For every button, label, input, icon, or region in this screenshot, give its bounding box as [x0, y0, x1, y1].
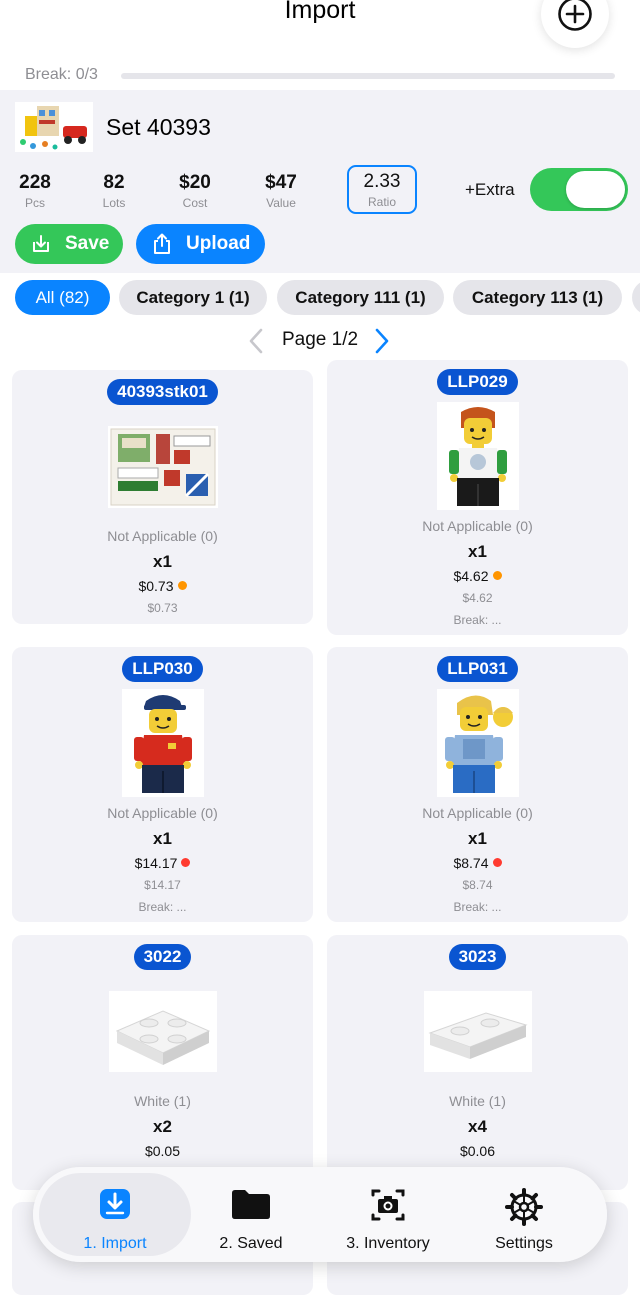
item-card[interactable]: LLP030 Not Applicable (0) x1 $14.17 $14.…	[12, 647, 313, 922]
camera-icon	[371, 1189, 405, 1221]
tab-bar: 1. Import 2. Saved 3. Inventory Settings	[33, 1167, 607, 1262]
item-quantity: x1	[468, 542, 487, 561]
share-icon	[154, 233, 170, 254]
item-id-badge: 40393stk01	[107, 379, 218, 405]
save-icon	[33, 235, 49, 252]
break-status: Break: 0/3	[25, 66, 98, 83]
set-name: Set 40393	[106, 114, 211, 140]
item-quantity: x1	[153, 552, 172, 571]
item-image	[436, 689, 519, 797]
item-image	[121, 689, 204, 797]
item-sub-price: $14.17	[144, 878, 181, 892]
item-condition: Not Applicable (0)	[107, 528, 218, 544]
chevron-right-icon[interactable]	[372, 327, 392, 355]
category-filter-bar: All (82) Category 1 (1) Category 111 (1)…	[0, 273, 640, 323]
filter-chip-category-111[interactable]: Category 111 (1)	[277, 280, 444, 315]
tab-settings[interactable]: Settings	[457, 1173, 591, 1256]
price-status-dot	[177, 581, 187, 590]
tab-inventory[interactable]: 3. Inventory	[321, 1173, 455, 1256]
item-card[interactable]: LLP031 Not Applicable (0) x1 $8.74 $8.74…	[327, 647, 628, 922]
stat-cost: $20 Cost	[179, 172, 211, 210]
item-condition: White (1)	[134, 1093, 191, 1109]
item-image	[108, 991, 217, 1072]
gear-icon	[505, 1188, 543, 1226]
price-status-dot	[492, 858, 502, 867]
extra-label: +Extra	[465, 180, 515, 199]
item-id-badge: LLP030	[122, 656, 203, 682]
filter-chip-category-113[interactable]: Category 113 (1)	[453, 280, 622, 315]
item-price: $0.05	[144, 1143, 181, 1159]
extra-toggle[interactable]	[530, 168, 628, 211]
chevron-left-icon[interactable]	[246, 327, 266, 355]
tab-import[interactable]: 1. Import	[39, 1173, 191, 1256]
item-id-badge: LLP029	[437, 369, 518, 395]
item-id-badge: 3023	[448, 944, 507, 970]
item-id-badge: 3022	[133, 944, 192, 970]
item-card[interactable]: 3022 White (1) x2 $0.05	[12, 935, 313, 1190]
item-card[interactable]: 3023 White (1) x4 $0.06	[327, 935, 628, 1190]
item-condition: White (1)	[449, 1093, 506, 1109]
header: Import Break: 0/3	[0, 0, 640, 90]
item-sub-price: $8.74	[462, 878, 493, 892]
item-card[interactable]: 40393stk01 Not Applicable (0) x1 $0.73 $…	[12, 370, 313, 624]
save-button[interactable]: Save	[15, 224, 123, 264]
item-sub-price: $0.73	[147, 601, 178, 615]
item-price: $0.73	[12, 578, 313, 594]
price-status-dot	[181, 858, 191, 867]
item-quantity: x1	[153, 829, 172, 848]
item-quantity: x2	[153, 1117, 172, 1136]
item-condition: Not Applicable (0)	[422, 518, 533, 534]
item-id-badge: LLP031	[437, 656, 518, 682]
item-sub-price: $4.62	[462, 591, 493, 605]
item-quantity: x4	[468, 1117, 487, 1136]
stat-value: $47 Value	[265, 172, 297, 210]
filter-chip-all[interactable]: All (82)	[15, 280, 110, 315]
item-image	[423, 991, 532, 1072]
plus-circle-icon	[558, 0, 592, 31]
item-price: $0.06	[459, 1143, 496, 1159]
set-summary: Set 40393 228 Pcs 82 Lots $20 Cost $47 V…	[0, 90, 640, 273]
import-icon	[100, 1189, 130, 1219]
item-price: $4.62	[327, 568, 628, 584]
item-condition: Not Applicable (0)	[107, 805, 218, 821]
stat-pcs: 228 Pcs	[19, 172, 51, 210]
item-quantity: x1	[468, 829, 487, 848]
item-image	[107, 426, 218, 508]
price-status-dot	[492, 571, 502, 580]
ratio-stat[interactable]: 2.33 Ratio	[347, 165, 417, 214]
folder-icon	[232, 1190, 270, 1219]
item-image	[436, 402, 519, 510]
item-condition: Not Applicable (0)	[422, 805, 533, 821]
add-button[interactable]	[541, 0, 609, 48]
filter-chip-more[interactable]	[632, 280, 640, 315]
filter-chip-category-1[interactable]: Category 1 (1)	[119, 280, 267, 315]
item-break: Break: ...	[453, 613, 502, 627]
item-break: Break: ...	[453, 900, 502, 914]
break-progress-bar	[121, 73, 615, 79]
item-card[interactable]: LLP029 Not Applicable (0) x1 $4.62 $4.62…	[327, 360, 628, 635]
page-indicator: Page 1/2	[282, 329, 359, 350]
upload-button[interactable]: Upload	[136, 224, 265, 264]
item-price: $14.17	[12, 855, 313, 871]
item-price: $8.74	[327, 855, 628, 871]
set-thumbnail	[15, 102, 93, 152]
tab-saved[interactable]: 2. Saved	[183, 1173, 319, 1256]
item-break: Break: ...	[138, 900, 187, 914]
pagination: Page 1/2	[0, 323, 640, 359]
toggle-knob	[566, 171, 625, 208]
stat-lots: 82 Lots	[102, 172, 126, 210]
